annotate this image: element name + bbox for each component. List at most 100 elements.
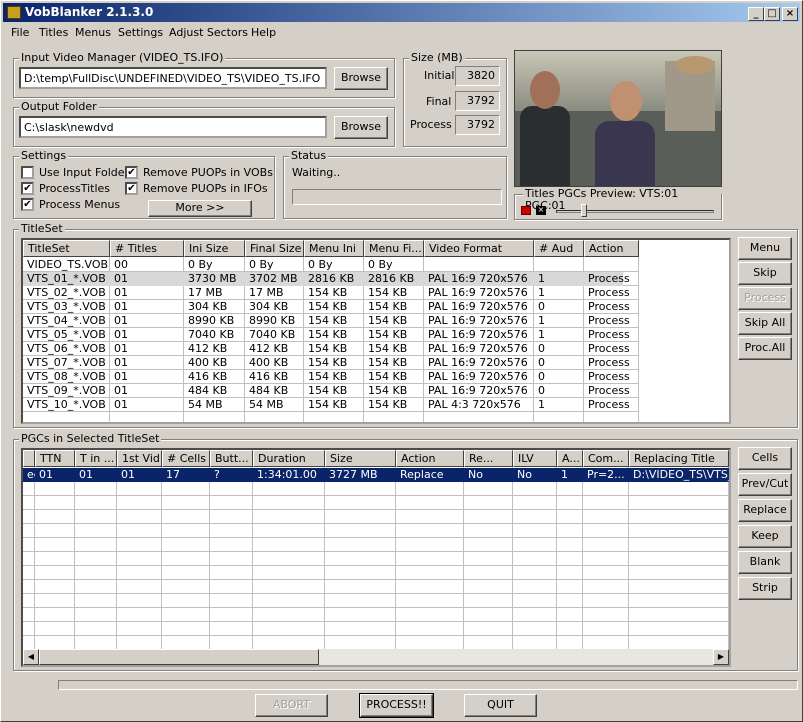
titleset-column-header[interactable]: Menu Fi...	[364, 240, 424, 257]
process-size-value: 3792	[455, 115, 500, 135]
titleset-cell: Process	[588, 328, 630, 341]
menu-settings[interactable]: Settings	[118, 26, 163, 39]
pgc-column-header[interactable]: Re...	[464, 450, 513, 467]
settings-group-label: Settings	[19, 149, 69, 162]
replace-button[interactable]: Replace	[738, 499, 792, 522]
play-icon[interactable]	[521, 206, 531, 215]
keep-button[interactable]: Keep	[738, 525, 792, 548]
input-path-field[interactable]: D:\temp\FullDisc\UNDEFINED\VIDEO_TS\VIDE…	[19, 67, 327, 89]
main-window: VobBlanker 2.1.3.0 _ □ × File Titles Men…	[0, 0, 803, 722]
titleset-cell: 7040 KB	[188, 328, 235, 341]
preview-slider-track[interactable]	[556, 210, 714, 213]
scroll-right-icon[interactable]: ▶	[713, 649, 729, 665]
titleset-cell: Process	[588, 342, 630, 355]
process-menus-checkbox[interactable]: ✔	[21, 198, 34, 211]
pgc-cell: 1:34:01.00	[257, 468, 317, 481]
titleset-cell: 154 KB	[368, 356, 408, 369]
skip-button[interactable]: Skip	[738, 262, 792, 285]
titleset-cell: 400 KB	[188, 356, 228, 369]
titleset-column-header[interactable]: Final Size	[245, 240, 304, 257]
titleset-cell: PAL 16:9 720x576	[428, 328, 528, 341]
scrollbar-thumb[interactable]	[39, 649, 319, 665]
menu-adjust-sectors[interactable]: Adjust Sectors	[169, 26, 248, 39]
pgc-column-header[interactable]	[23, 450, 35, 467]
titleset-column-header[interactable]: Ini Size	[184, 240, 245, 257]
titleset-cell: 154 KB	[368, 384, 408, 397]
pgc-column-header[interactable]: Duration	[253, 450, 325, 467]
remove-puops-vobs-checkbox[interactable]: ✔	[125, 166, 138, 179]
pgc-column-header[interactable]: ILV	[513, 450, 557, 467]
cells-button[interactable]: Cells	[738, 447, 792, 470]
stop-icon[interactable]: ×	[536, 206, 546, 215]
menu-button[interactable]: Menu	[738, 237, 792, 260]
titleset-table[interactable]: TitleSet # Titles Ini Size Final Size Menu I…	[21, 238, 731, 424]
titleset-cell: 154 KB	[368, 300, 408, 313]
menu-file[interactable]: File	[11, 26, 29, 39]
minimize-button[interactable]: _	[748, 7, 764, 21]
titleset-cell: PAL 16:9 720x576	[428, 272, 528, 285]
titleset-cell: Process	[588, 356, 630, 369]
titleset-cell: PAL 16:9 720x576	[428, 286, 528, 299]
menu-menus[interactable]: Menus	[75, 26, 111, 39]
titleset-column-header[interactable]: Video Format	[424, 240, 534, 257]
titleset-column-header[interactable]: TitleSet	[23, 240, 110, 257]
titleset-cell: 0 By	[308, 258, 333, 271]
grid-line	[23, 551, 729, 552]
titleset-column-header[interactable]: # Titles	[110, 240, 184, 257]
titleset-group-label: TitleSet	[19, 222, 65, 235]
pgc-column-header[interactable]: # Cells	[162, 450, 210, 467]
remove-puops-ifos-checkbox[interactable]: ✔	[125, 182, 138, 195]
titleset-cell: 154 KB	[368, 314, 408, 327]
process-titleset-button[interactable]: Process	[738, 287, 792, 310]
more-button[interactable]: More >>	[148, 200, 252, 217]
use-input-folder-checkbox[interactable]	[21, 166, 34, 179]
preview-slider-thumb[interactable]	[581, 204, 587, 217]
menu-titles[interactable]: Titles	[39, 26, 68, 39]
pgc-column-header[interactable]: 1st Vid	[117, 450, 162, 467]
menu-help[interactable]: Help	[251, 26, 276, 39]
title-bar[interactable]: VobBlanker 2.1.3.0 _ □ ×	[3, 3, 800, 22]
pgc-column-header[interactable]: A...	[557, 450, 583, 467]
scroll-left-icon[interactable]: ◀	[23, 649, 39, 665]
titleset-cell: 17 MB	[188, 286, 223, 299]
titleset-column-header[interactable]: # Aud	[534, 240, 584, 257]
titleset-cell: 8990 KB	[249, 314, 296, 327]
pgc-table[interactable]: TTN T in ... 1st Vid # Cells Butt... Duration…	[21, 448, 731, 667]
process-titles-checkbox[interactable]: ✔	[21, 182, 34, 195]
titleset-cell: 01	[114, 398, 128, 411]
pgc-column-header[interactable]: Replacing Title	[629, 450, 729, 467]
quit-button[interactable]: QUIT	[464, 694, 537, 717]
pgc-column-header[interactable]: Com...	[583, 450, 629, 467]
blank-button[interactable]: Blank	[738, 551, 792, 574]
proc-all-button[interactable]: Proc.All	[738, 337, 792, 360]
output-path-field[interactable]: C:\slask\newdvd	[19, 116, 327, 138]
pgc-column-header[interactable]: Size	[325, 450, 396, 467]
pgc-column-header[interactable]: Butt...	[210, 450, 253, 467]
abort-button[interactable]: ABORT	[255, 694, 328, 717]
prev-cut-button[interactable]: Prev/Cut	[738, 473, 792, 496]
titleset-cell: 154 KB	[308, 328, 348, 341]
pgc-column-header[interactable]: Action	[396, 450, 464, 467]
process-button[interactable]: PROCESS!!	[359, 693, 434, 718]
input-browse-button[interactable]: Browse	[334, 67, 388, 90]
pgc-cell: 3727 MB	[329, 468, 378, 481]
titleset-column-header[interactable]: Menu Ini	[304, 240, 364, 257]
titleset-cell: 154 KB	[308, 342, 348, 355]
skip-all-button[interactable]: Skip All	[738, 312, 792, 335]
titleset-cell: 01	[114, 342, 128, 355]
pgc-cell: Replace	[400, 468, 444, 481]
grid-line	[23, 593, 729, 594]
grid-line	[23, 565, 729, 566]
output-browse-button[interactable]: Browse	[334, 116, 388, 139]
maximize-button[interactable]: □	[764, 7, 780, 21]
pgc-column-header[interactable]: T in ...	[75, 450, 117, 467]
strip-button[interactable]: Strip	[738, 577, 792, 600]
titleset-column-header[interactable]: Action	[584, 240, 639, 257]
titleset-cell: 0 By	[368, 258, 393, 271]
grid-line	[23, 537, 729, 538]
pgc-column-header[interactable]: TTN	[35, 450, 75, 467]
close-button[interactable]: ×	[782, 7, 798, 21]
initial-label: Initial	[424, 69, 455, 82]
titleset-cell: 01	[114, 272, 128, 285]
use-input-folder-label: Use Input Folder	[39, 166, 130, 179]
